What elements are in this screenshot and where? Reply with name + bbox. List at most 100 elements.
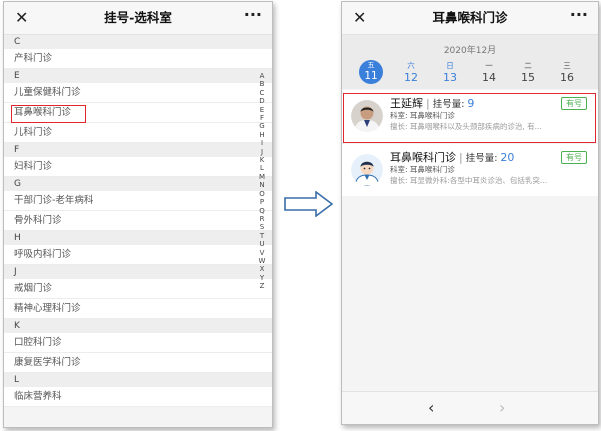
alphabet-index-letter[interactable]: N <box>257 181 267 189</box>
alphabet-index-letter[interactable]: K <box>257 156 267 164</box>
alphabet-index-letter[interactable]: A <box>257 72 267 80</box>
top-nav-bar: ✕ 挂号-选科室 ··· <box>4 2 272 35</box>
date-label: 12 <box>404 71 418 84</box>
department-item[interactable]: 康复医学科门诊 <box>4 353 272 373</box>
separator: | <box>459 151 463 164</box>
doctor-card[interactable]: 耳鼻喉科门诊 | 挂号量: 20 科室: 耳鼻喉科门诊 擅长: 耳显微外科:各型中耳炎… <box>342 144 598 196</box>
alphabet-index-letter[interactable]: D <box>257 97 267 105</box>
weekday-label: 一 <box>485 61 493 70</box>
date-tab[interactable]: 五 11 <box>359 60 383 84</box>
department-item[interactable]: 儿童保健科门诊 <box>4 83 272 103</box>
section-letter-header: L <box>4 373 272 387</box>
alphabet-index-letter[interactable]: S <box>257 223 267 231</box>
page-title: 耳鼻喉科门诊 <box>432 10 508 25</box>
date-label: 14 <box>482 71 496 84</box>
alphabet-index-letter[interactable]: Z <box>257 282 267 290</box>
department-label: 妇科门诊 <box>14 161 53 172</box>
alphabet-index-letter[interactable]: E <box>257 106 267 114</box>
alphabet-index-letter[interactable]: L <box>257 164 267 172</box>
more-menu-icon[interactable]: ··· <box>244 7 262 23</box>
bottom-nav-bar: ‹ › <box>342 391 598 424</box>
weekday-label: 五 <box>367 61 375 69</box>
section-letter-header: K <box>4 319 272 333</box>
alphabet-index-letter[interactable]: T <box>257 232 267 240</box>
highlight-box <box>343 93 596 143</box>
alphabet-index-letter[interactable]: B <box>257 80 267 88</box>
alphabet-index-letter[interactable]: W <box>257 257 267 265</box>
alphabet-index-letter[interactable]: X <box>257 265 267 273</box>
section-letter-header: C <box>4 35 272 49</box>
quota-count: 20 <box>500 151 515 164</box>
date-label: 16 <box>560 71 574 84</box>
department-item[interactable]: 骨外科门诊 <box>4 211 272 231</box>
page-title: 挂号-选科室 <box>104 10 172 25</box>
more-menu-icon[interactable]: ··· <box>570 7 588 23</box>
section-letter-header: F <box>4 143 272 157</box>
alphabet-index-letter[interactable]: C <box>257 89 267 97</box>
department-item[interactable]: 临床营养科 <box>4 387 272 407</box>
department-label: 口腔科门诊 <box>14 337 62 348</box>
doctor-specialty: 擅长: 耳显微外科:各型中耳炎诊治、包括乳突... <box>390 176 548 185</box>
doctor-name-line: 耳鼻喉科门诊 | 挂号量: 20 <box>390 151 514 165</box>
department-label: 精神心理科门诊 <box>14 303 81 314</box>
alphabet-index-letter[interactable]: Y <box>257 274 267 282</box>
alphabet-index-letter[interactable]: V <box>257 249 267 257</box>
department-label: 临床营养科 <box>14 391 62 402</box>
date-tab[interactable]: 三 16 <box>554 61 580 84</box>
department-item[interactable]: 干部门诊-老年病科 <box>4 191 272 211</box>
section-letter: L <box>14 375 20 385</box>
section-letter: E <box>14 71 20 81</box>
section-letter: G <box>14 179 21 189</box>
department-item[interactable]: 呼吸内科门诊 <box>4 245 272 265</box>
department-item[interactable]: 精神心理科门诊 <box>4 299 272 319</box>
alphabet-index-letter[interactable]: Q <box>257 207 267 215</box>
alphabet-index-letter[interactable]: O <box>257 190 267 198</box>
section-letter-header: G <box>4 177 272 191</box>
alphabet-index-letter[interactable]: J <box>257 148 267 156</box>
section-letter-header: H <box>4 231 272 245</box>
alphabet-index-letter[interactable]: M <box>257 173 267 181</box>
department-item[interactable]: 妇科门诊 <box>4 157 272 177</box>
date-tab[interactable]: 一 14 <box>476 61 502 84</box>
date-selector: 2020年12月 五 11 六 12 日 13 一 14 二 15 三 16 <box>342 35 598 89</box>
department-label: 儿童保健科门诊 <box>14 87 81 98</box>
department-label: 骨外科门诊 <box>14 215 62 226</box>
alphabet-index-letter[interactable]: R <box>257 215 267 223</box>
section-letter-header: J <box>4 265 272 279</box>
section-letter-header: E <box>4 69 272 83</box>
forward-icon[interactable]: › <box>499 398 505 417</box>
availability-badge: 有号 <box>561 151 587 164</box>
alphabet-index-letter[interactable]: I <box>257 139 267 147</box>
alphabet-index-letter[interactable]: P <box>257 198 267 206</box>
department-item[interactable]: 产科门诊 <box>4 49 272 69</box>
date-tab[interactable]: 二 15 <box>515 61 541 84</box>
section-letter: F <box>14 145 20 155</box>
quota-label: 挂号量: <box>465 153 498 164</box>
alphabet-index-letter[interactable]: G <box>257 122 267 130</box>
date-tab[interactable]: 日 13 <box>437 61 463 84</box>
doctor-department: 科室: 耳鼻喉科门诊 <box>390 165 455 174</box>
alphabet-index-letter[interactable]: F <box>257 114 267 122</box>
date-label: 13 <box>443 71 457 84</box>
doctor-name: 耳鼻喉科门诊 <box>390 151 456 164</box>
department-list-screen: ✕ 挂号-选科室 ··· C 产科门诊 E 儿童保健科门诊 耳鼻喉科门诊 儿科门诊 F 妇科门… <box>3 1 273 428</box>
alphabet-index[interactable]: ABCDEFGHIJKLMNOPQRSTUVWXYZ <box>257 72 267 291</box>
department-item[interactable]: 耳鼻喉科门诊 <box>4 103 272 123</box>
doctor-cartoon-avatar <box>351 154 383 186</box>
weekday-label: 三 <box>563 61 571 70</box>
department-item[interactable]: 戒烟门诊 <box>4 279 272 299</box>
alphabet-index-letter[interactable]: H <box>257 131 267 139</box>
department-label: 康复医学科门诊 <box>14 357 81 368</box>
right-arrow-icon <box>284 191 334 217</box>
date-tab[interactable]: 六 12 <box>398 61 424 84</box>
department-label: 产科门诊 <box>14 53 53 64</box>
weekday-label: 日 <box>446 61 454 70</box>
weekday-label: 二 <box>524 61 532 70</box>
back-icon[interactable]: ‹ <box>428 398 434 417</box>
department-label: 呼吸内科门诊 <box>14 249 72 260</box>
alphabet-index-letter[interactable]: U <box>257 240 267 248</box>
department-item[interactable]: 儿科门诊 <box>4 123 272 143</box>
doctor-schedule-screen: ✕ 耳鼻喉科门诊 ··· 2020年12月 五 11 六 12 日 13 一 1… <box>341 1 599 425</box>
department-item[interactable]: 口腔科门诊 <box>4 333 272 353</box>
section-letter: H <box>14 233 21 243</box>
